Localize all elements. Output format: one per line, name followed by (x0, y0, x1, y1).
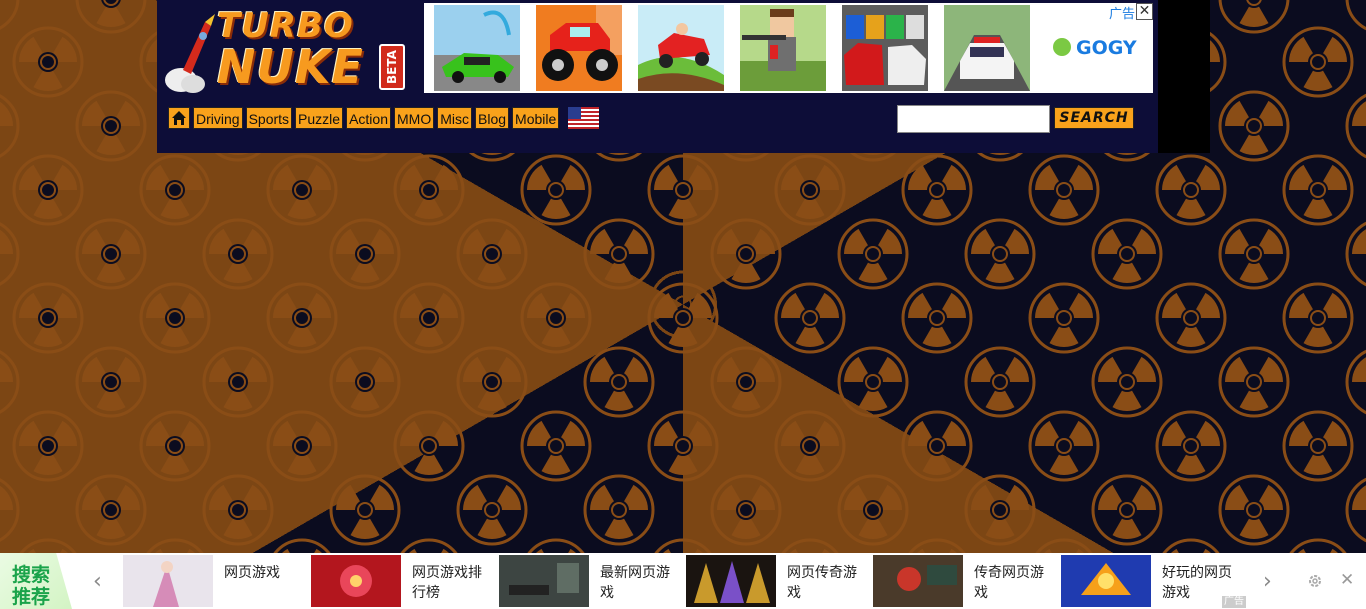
parking-cars-icon (842, 5, 928, 91)
recommend-item-label: 传奇网页游戏 (974, 565, 1044, 601)
ad-thumb-monster-truck[interactable] (536, 5, 622, 91)
gear-icon[interactable] (1307, 573, 1323, 589)
recommend-thumb (123, 555, 213, 607)
recommend-item-label: 最新网页游戏 (600, 565, 670, 601)
ad-label: 广告 (1108, 7, 1135, 22)
ad-thumb-hill-climb-car[interactable] (638, 5, 724, 91)
red-dungeon-thumb (311, 555, 401, 607)
search-recommend-title-line2: 推荐 (12, 586, 51, 608)
legend-battle-thumb (873, 555, 963, 607)
nav-item-driving[interactable]: Driving (193, 107, 243, 129)
monster-truck-icon (536, 5, 622, 91)
recommend-item-label: 网页游戏排行榜 (412, 565, 482, 601)
nav-item-blog[interactable]: Blog (475, 107, 510, 129)
nav-item-action[interactable]: Action (346, 107, 391, 129)
hill-climb-icon (638, 5, 724, 91)
close-icon[interactable]: ✕ (1340, 570, 1354, 590)
chevron-left-icon[interactable]: ‹ (93, 569, 102, 594)
ad-banner[interactable]: GOGY 广告 ✕ (424, 3, 1153, 93)
ad-thumb-racing-car[interactable] (434, 5, 520, 91)
beta-badge: BETA (379, 44, 405, 90)
recommend-item-label: 网页游戏 (224, 565, 280, 581)
recommend-thumb (311, 555, 401, 607)
search-button[interactable]: SEARCH (1054, 107, 1134, 129)
blocky-sniper-icon (740, 5, 826, 91)
police-car-icon (944, 5, 1030, 91)
nav-item-mobile[interactable]: Mobile (512, 107, 560, 129)
ad-tag: 广告 (1222, 596, 1246, 608)
nav-home-button[interactable] (168, 107, 190, 129)
main-nav: Driving Sports Puzzle Action MMO Misc Bl… (168, 107, 600, 129)
recommend-thumb (686, 555, 776, 607)
ad-thumb-police-car[interactable] (944, 5, 1030, 91)
nav-item-puzzle[interactable]: Puzzle (295, 107, 344, 129)
nav-item-misc[interactable]: Misc (437, 107, 472, 129)
search-recommend-bar: 搜索 推荐 ‹ 网页游戏 网页游戏排行榜 最新网页游戏 网页传奇游戏 传奇网页游… (0, 553, 1366, 609)
nav-item-sports[interactable]: Sports (245, 107, 293, 129)
ad-close-button[interactable]: ✕ (1136, 3, 1153, 20)
nav-item-mmo[interactable]: MMO (394, 107, 435, 129)
search-input[interactable] (897, 105, 1050, 133)
gogy-logo: GOGY (1053, 37, 1137, 59)
chevron-right-icon[interactable]: › (1263, 569, 1272, 594)
search-recommend-title: 搜索 推荐 (0, 553, 72, 609)
logo-text-nuke: NUKE (217, 40, 364, 94)
fantasy-girl-thumb (123, 555, 213, 607)
fun-games-thumb (1061, 555, 1151, 607)
site-logo[interactable]: TURBO NUKE BETA (161, 4, 411, 94)
recommend-thumb (1061, 555, 1151, 607)
header-side-block (1158, 0, 1210, 153)
recommend-item-label: 网页传奇游戏 (787, 565, 857, 601)
ad-thumb-parking-lot[interactable] (842, 5, 928, 91)
rocket-icon (165, 14, 215, 93)
home-icon (172, 111, 186, 125)
site-header: TURBO NUKE BETA GOGY 广告 ✕ Driving Sports… (157, 0, 1159, 153)
recommend-thumb (873, 555, 963, 607)
racing-car-icon (434, 5, 520, 91)
shooter-thumb (499, 555, 589, 607)
legend-warriors-thumb (686, 555, 776, 607)
recommend-thumb (499, 555, 589, 607)
us-flag-icon[interactable] (568, 107, 600, 129)
ad-thumb-blocky-sniper[interactable] (740, 5, 826, 91)
gogy-brand: GOGY (1076, 37, 1137, 59)
